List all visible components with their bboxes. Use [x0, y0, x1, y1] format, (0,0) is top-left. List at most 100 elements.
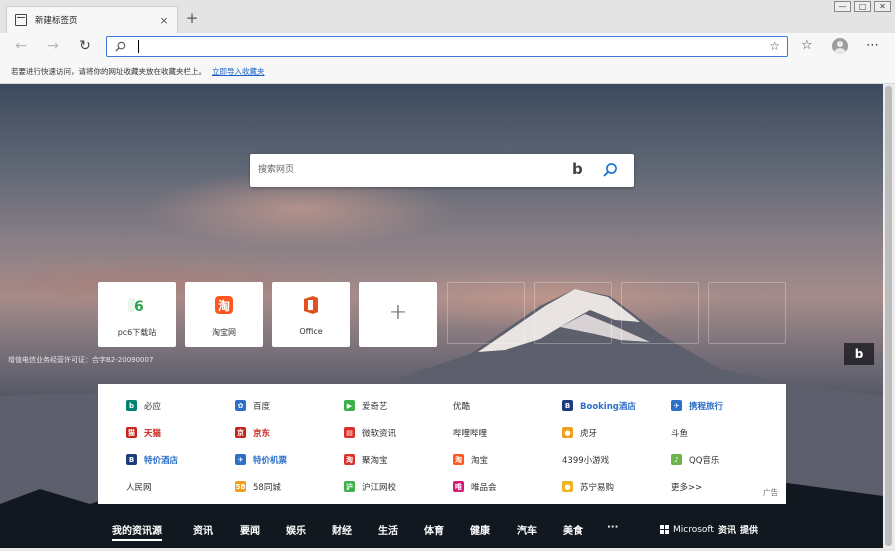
news-tab[interactable]: 生活: [378, 522, 398, 537]
site-link[interactable]: ▶ 爱奇艺: [344, 392, 453, 419]
site-link-icon: 58: [235, 481, 246, 492]
text-caret: [138, 40, 139, 53]
quick-link-tile[interactable]: Office: [272, 282, 350, 347]
empty-tile: [621, 282, 699, 344]
site-link[interactable]: B 特价酒店: [126, 446, 235, 473]
site-link-label: 聚淘宝: [362, 455, 388, 466]
site-link-icon: ♪: [671, 454, 682, 465]
news-tab[interactable]: 要闻: [240, 522, 260, 537]
site-link[interactable]: 唯唯品会: [453, 473, 562, 500]
powered-suffix: 提供: [739, 526, 758, 536]
maximize-button[interactable]: □: [854, 1, 871, 12]
news-tab[interactable]: 财经: [332, 522, 352, 537]
site-link-label: 虎牙: [580, 428, 598, 439]
new-tab-page-icon: [15, 14, 27, 26]
back-button[interactable]: ←: [11, 36, 31, 56]
news-tab[interactable]: 资讯: [193, 522, 213, 537]
office-icon: [304, 296, 318, 314]
browser-toolbar: ← → ↻ ☆ ☆ ⋯: [0, 33, 895, 59]
add-favorite-star-icon[interactable]: ☆: [769, 39, 780, 53]
plus-icon: +: [388, 300, 408, 325]
site-link-icon: ✿: [235, 400, 246, 411]
minimize-button[interactable]: —: [834, 1, 851, 12]
quick-link-tile[interactable]: 淘 淘宝网: [185, 282, 263, 347]
scrollbar-thumb[interactable]: [885, 86, 892, 546]
add-quick-link-tile[interactable]: +: [359, 282, 437, 347]
site-link[interactable]: 4399小游戏: [562, 446, 671, 473]
site-link[interactable]: 斗鱼: [671, 419, 780, 446]
site-link-label: 爱奇艺: [362, 401, 388, 412]
news-tab[interactable]: 体育: [424, 522, 444, 537]
news-tab[interactable]: ···: [607, 522, 618, 533]
site-link-label: 特价机票: [253, 455, 288, 466]
site-link[interactable]: ♪ QQ音乐: [671, 446, 780, 473]
tab-title: 新建标签页: [35, 16, 78, 26]
settings-menu-button[interactable]: ⋯: [866, 38, 879, 53]
favorites-icon[interactable]: ☆: [801, 38, 813, 53]
profile-avatar[interactable]: [832, 38, 848, 54]
address-bar[interactable]: ☆: [106, 36, 788, 57]
quick-links: 6 pc6下载站 淘 淘宝网 Office +: [98, 282, 437, 347]
site-link[interactable]: ✈ 携程旅行: [671, 392, 780, 419]
site-link-icon: ▤: [344, 427, 355, 438]
microsoft-logo-icon: [660, 525, 669, 534]
pc6-icon: 6: [128, 298, 144, 315]
new-tab-page: b 6 pc6下载站 淘 淘宝网 Office: [0, 84, 883, 548]
site-link-icon: ▶: [344, 400, 355, 411]
tile-label: pc6下载站: [117, 328, 157, 337]
site-link[interactable]: 优酷: [453, 392, 562, 419]
search-icon: [115, 41, 126, 52]
news-tab[interactable]: 娱乐: [286, 522, 306, 537]
site-link-icon: 猫: [126, 427, 137, 438]
close-window-button[interactable]: ✕: [874, 1, 891, 12]
forward-button[interactable]: →: [43, 36, 63, 56]
tab-close-button[interactable]: ×: [157, 14, 171, 27]
site-link-label: 特价酒店: [144, 455, 179, 466]
site-link-label: 哔哩哔哩: [453, 428, 488, 439]
site-link-label: 天猫: [144, 428, 162, 439]
site-link[interactable]: 京京东: [235, 419, 344, 446]
site-link[interactable]: 淘淘宝: [453, 446, 562, 473]
refresh-button[interactable]: ↻: [75, 36, 95, 56]
site-link[interactable]: ✈ 特价机票: [235, 446, 344, 473]
empty-tile: [447, 282, 525, 344]
tab-new-tab-page[interactable]: 新建标签页 ×: [6, 6, 178, 33]
site-link-icon: ●: [562, 481, 573, 492]
import-favorites-link[interactable]: 立即导入收藏夹: [212, 66, 265, 77]
news-tab[interactable]: 美食: [563, 522, 583, 537]
quick-link-tile[interactable]: 6 pc6下载站: [98, 282, 176, 347]
site-link[interactable]: ▤ 微软资讯: [344, 419, 453, 446]
site-link[interactable]: ● 苏宁易购: [562, 473, 671, 500]
taobao-icon: 淘: [215, 296, 233, 314]
site-link[interactable]: 沪沪江网校: [344, 473, 453, 500]
news-tab[interactable]: 健康: [470, 522, 490, 537]
search-submit-icon[interactable]: [602, 162, 618, 178]
news-tab-my-feed[interactable]: 我的资讯源: [112, 522, 162, 541]
site-link[interactable]: 猫天猫: [126, 419, 235, 446]
site-link-label: 58同城: [253, 482, 281, 493]
powered-product: 资讯: [717, 526, 736, 536]
site-link-icon: 沪: [344, 481, 355, 492]
site-link-label: Booking酒店: [580, 401, 636, 412]
bing-image-button[interactable]: b: [844, 343, 874, 365]
site-link[interactable]: B Booking酒店: [562, 392, 671, 419]
site-link-label: QQ音乐: [689, 455, 720, 466]
svg-text:6: 6: [134, 299, 144, 315]
site-link-icon: b: [126, 400, 137, 411]
site-link[interactable]: 人民网: [126, 473, 235, 500]
site-link[interactable]: ● 虎牙: [562, 419, 671, 446]
site-link[interactable]: 淘聚淘宝: [344, 446, 453, 473]
news-tab[interactable]: 汽车: [517, 522, 537, 537]
site-link-label: 沪江网校: [362, 482, 397, 493]
empty-tile: [708, 282, 786, 344]
site-links-grid: b 必应 ✿ 百度 ▶ 爱奇艺 优酷 B Booking酒店 ✈ 携程旅行猫天猫京京东 ▤ 微软资讯 哔哩…: [126, 392, 780, 500]
new-tab-button[interactable]: +: [184, 9, 200, 27]
site-link[interactable]: 哔哩哔哩: [453, 419, 562, 446]
search-input[interactable]: [258, 162, 558, 178]
icp-license-text: 增值电信业务经营许可证：合字B2-20090007: [8, 356, 154, 364]
site-link[interactable]: 58 58同城: [235, 473, 344, 500]
site-link[interactable]: ✿ 百度: [235, 392, 344, 419]
favorites-bar-hint: 若要进行快速访问，请将你的网址收藏夹放在收藏夹栏上。: [11, 66, 206, 76]
site-link-icon: ●: [562, 427, 573, 438]
site-link[interactable]: b 必应: [126, 392, 235, 419]
